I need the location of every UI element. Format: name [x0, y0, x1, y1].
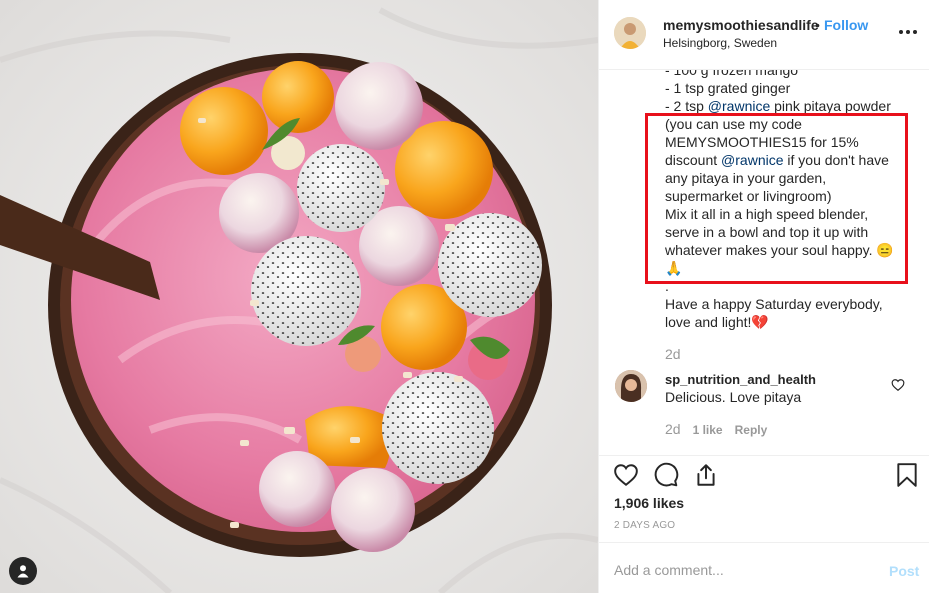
more-options-icon	[899, 30, 917, 34]
post-actions: 1,906 likes 2 DAYS AGO	[599, 455, 929, 542]
caption-line: 🙏	[665, 260, 683, 276]
caption-timestamp[interactable]: 2d	[665, 346, 681, 362]
post-caption: - 100 g frozen mango - 1 tsp grated ging…	[665, 70, 915, 331]
comment-input[interactable]	[614, 556, 874, 584]
caption-line: any pitaya in your garden,	[665, 170, 827, 186]
commenter-avatar-image	[615, 370, 647, 402]
commenter-username[interactable]: sp_nutrition_and_health	[665, 372, 816, 387]
post-details-panel: memysmoothiesandlife • Follow Helsingbor…	[598, 0, 929, 593]
share-icon[interactable]	[693, 462, 719, 488]
caption-line: - 2 tsp @rawnice pink pitaya powder	[665, 98, 891, 114]
bookmark-icon[interactable]	[894, 462, 920, 488]
comment-icon[interactable]	[653, 462, 679, 488]
caption-line: serve in a bowl and top it up with	[665, 224, 869, 240]
comment-likes[interactable]: 1 like	[693, 423, 723, 437]
caption-line: .	[665, 278, 669, 294]
like-count[interactable]: 1,906 likes	[614, 495, 684, 511]
comments-scroll-area[interactable]: - 100 g frozen mango - 1 tsp grated ging…	[599, 70, 929, 455]
follow-button[interactable]: Follow	[824, 17, 868, 33]
more-options-button[interactable]	[897, 22, 919, 42]
mention-link[interactable]: @rawnice	[721, 152, 783, 168]
smoothie-bowl-image	[0, 0, 598, 593]
author-avatar[interactable]	[614, 17, 646, 49]
author-avatar-image	[614, 17, 646, 49]
add-comment-bar: Post	[599, 542, 929, 593]
caption-line: (you can use my code	[665, 116, 802, 132]
post-comment-button[interactable]: Post	[889, 563, 919, 579]
reply-button[interactable]: Reply	[735, 423, 768, 437]
comment-heart-icon[interactable]	[891, 378, 905, 392]
mention-link[interactable]: @rawnice	[708, 98, 770, 114]
commenter-avatar[interactable]	[615, 370, 647, 402]
comment-timestamp[interactable]: 2d	[665, 421, 681, 437]
header-separator: •	[815, 17, 820, 33]
caption-line: discount @rawnice if you don't have	[665, 152, 889, 168]
caption-line: Have a happy Saturday everybody,	[665, 296, 883, 312]
heart-icon[interactable]	[613, 462, 639, 488]
author-username[interactable]: memysmoothiesandlife	[663, 17, 819, 33]
comment-meta: 2d 1 like Reply	[665, 421, 767, 437]
comment-text: Delicious. Love pitaya	[665, 389, 802, 405]
caption-line: whatever makes your soul happy. 😑	[665, 242, 894, 258]
post-location[interactable]: Helsingborg, Sweden	[663, 36, 777, 50]
caption-line: Mix it all in a high speed blender,	[665, 206, 869, 222]
post-timestamp[interactable]: 2 DAYS AGO	[614, 520, 675, 531]
user-tag-button[interactable]	[9, 557, 37, 585]
user-tag-icon	[17, 565, 29, 578]
caption-line: - 100 g frozen mango	[665, 70, 799, 78]
caption-line: MEMYSMOOTHIES15 for 15%	[665, 134, 859, 150]
caption-line: love and light!💔	[665, 314, 769, 330]
post-header: memysmoothiesandlife • Follow Helsingbor…	[599, 0, 929, 70]
caption-line: - 1 tsp grated ginger	[665, 80, 791, 96]
post-photo[interactable]	[0, 0, 598, 593]
caption-line: supermarket or livingroom)	[665, 188, 832, 204]
